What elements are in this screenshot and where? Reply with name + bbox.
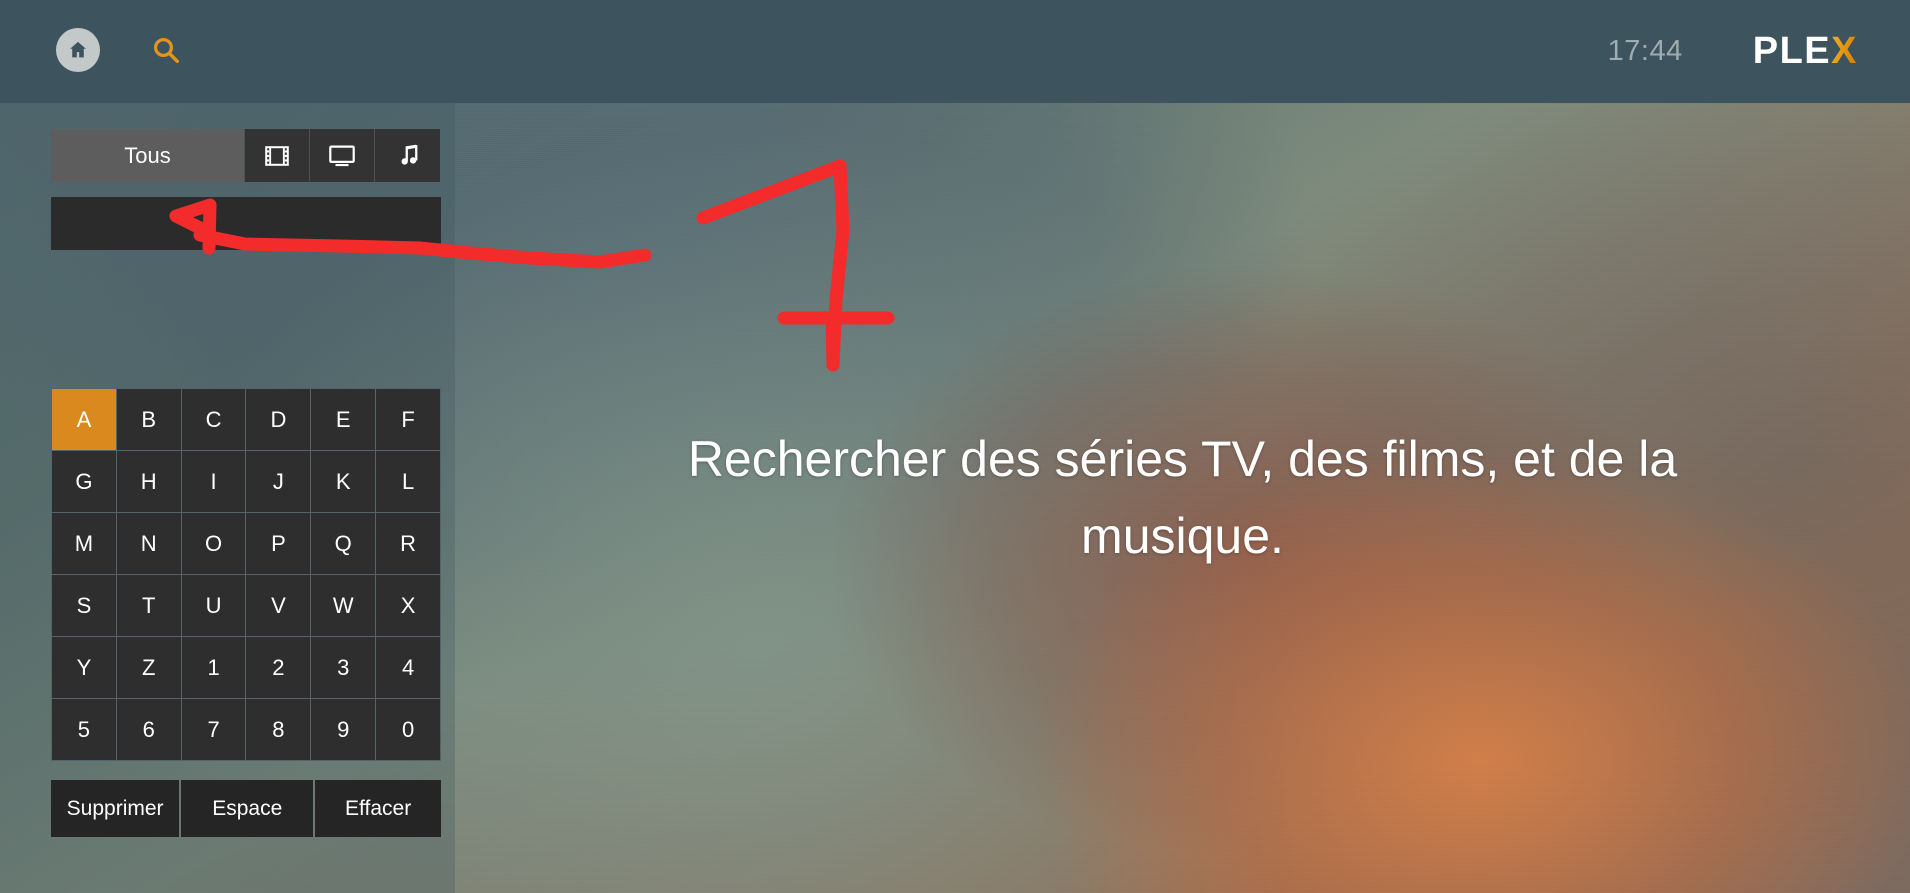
plex-logo-main: PLE bbox=[1752, 30, 1832, 72]
tv-monitor-icon bbox=[329, 145, 355, 167]
key-q[interactable]: Q bbox=[311, 513, 376, 574]
key-8[interactable]: 8 bbox=[246, 699, 311, 760]
on-screen-keyboard: ABCDEF GHIJKL MNOPQR STUVWX YZ1234 567890 bbox=[51, 388, 441, 761]
key-e[interactable]: E bbox=[311, 389, 376, 450]
key-6[interactable]: 6 bbox=[116, 699, 181, 760]
key-2[interactable]: 2 bbox=[246, 637, 311, 698]
tab-music[interactable] bbox=[375, 129, 440, 182]
key-f[interactable]: F bbox=[376, 389, 440, 450]
key-k[interactable]: K bbox=[311, 451, 376, 512]
key-v[interactable]: V bbox=[246, 575, 311, 636]
home-icon[interactable] bbox=[56, 28, 100, 72]
key-g[interactable]: G bbox=[52, 451, 116, 512]
header-left-icons bbox=[56, 28, 188, 72]
key-t[interactable]: T bbox=[116, 575, 181, 636]
film-strip-icon bbox=[265, 145, 289, 167]
action-espace-button[interactable]: Espace bbox=[181, 780, 314, 837]
key-o[interactable]: O bbox=[181, 513, 246, 574]
key-d[interactable]: D bbox=[246, 389, 311, 450]
action-supprimer-button[interactable]: Supprimer bbox=[51, 780, 180, 837]
top-header-bar: 17:44 PLE X bbox=[0, 0, 1910, 103]
key-z[interactable]: Z bbox=[116, 637, 181, 698]
key-x[interactable]: X bbox=[376, 575, 440, 636]
search-prompt-text: Rechercher des séries TV, des films, et … bbox=[687, 430, 1678, 565]
key-s[interactable]: S bbox=[52, 575, 116, 636]
key-1[interactable]: 1 bbox=[181, 637, 246, 698]
key-9[interactable]: 9 bbox=[311, 699, 376, 760]
key-b[interactable]: B bbox=[116, 389, 181, 450]
key-c[interactable]: C bbox=[181, 389, 246, 450]
key-a[interactable]: A bbox=[52, 389, 116, 450]
main-content-area: Rechercher des séries TV, des films, et … bbox=[455, 103, 1910, 893]
key-5[interactable]: 5 bbox=[52, 699, 116, 760]
tab-tv-shows[interactable] bbox=[310, 129, 375, 182]
key-y[interactable]: Y bbox=[52, 637, 116, 698]
key-i[interactable]: I bbox=[181, 451, 246, 512]
music-note-icon bbox=[397, 144, 419, 168]
key-r[interactable]: R bbox=[376, 513, 440, 574]
key-j[interactable]: J bbox=[246, 451, 311, 512]
search-input[interactable] bbox=[51, 197, 441, 250]
action-effacer-button[interactable]: Effacer bbox=[315, 780, 441, 837]
key-w[interactable]: W bbox=[311, 575, 376, 636]
search-sidebar: Tous A B C D E F G H I J K L M N O P Q R… bbox=[0, 103, 455, 893]
key-m[interactable]: M bbox=[52, 513, 116, 574]
key-0[interactable]: 0 bbox=[376, 699, 440, 760]
key-7[interactable]: 7 bbox=[181, 699, 246, 760]
plex-search-screen: 17:44 PLE X Tous A B C D E F G H I J K L… bbox=[0, 0, 1910, 893]
clock: 17:44 bbox=[1607, 35, 1683, 67]
key-4[interactable]: 4 bbox=[376, 637, 440, 698]
search-icon[interactable] bbox=[144, 28, 188, 72]
key-u[interactable]: U bbox=[181, 575, 246, 636]
keyboard-action-row: Supprimer Espace Effacer bbox=[51, 780, 441, 837]
header-right-group: 17:44 PLE X bbox=[1608, 0, 1858, 103]
plex-logo: PLE X bbox=[1753, 30, 1858, 73]
key-l[interactable]: L bbox=[376, 451, 440, 512]
tab-all-label: Tous bbox=[124, 142, 171, 168]
filter-tabs: Tous bbox=[51, 129, 440, 182]
key-n[interactable]: N bbox=[116, 513, 181, 574]
key-p[interactable]: P bbox=[246, 513, 311, 574]
key-h[interactable]: H bbox=[116, 451, 181, 512]
key-3[interactable]: 3 bbox=[311, 637, 376, 698]
tab-all[interactable]: Tous bbox=[51, 129, 245, 182]
plex-logo-accent: X bbox=[1831, 30, 1858, 72]
tab-movies[interactable] bbox=[245, 129, 310, 182]
